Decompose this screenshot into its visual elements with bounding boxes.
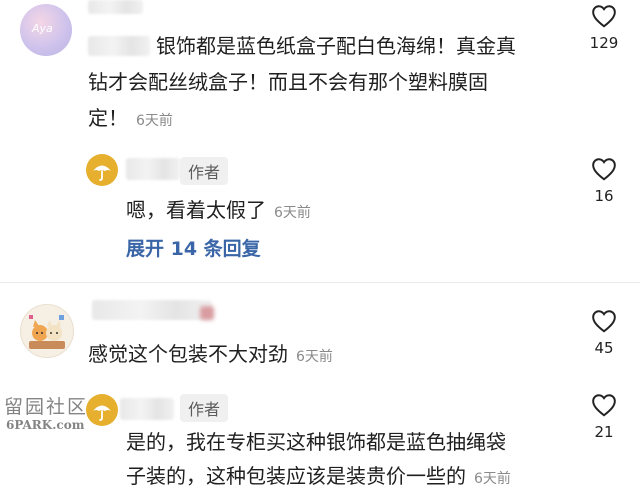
comment-text: 嗯，看着太假了 6天前 — [126, 198, 311, 222]
timestamp: 6天前 — [474, 471, 511, 487]
timestamp: 6天前 — [296, 349, 333, 365]
like-count: 129 — [589, 34, 619, 52]
heart-outline-icon — [592, 158, 616, 181]
umbrella-icon — [93, 165, 111, 181]
like-button[interactable]: 129 — [578, 4, 630, 52]
author-badge: 作者 — [180, 157, 229, 185]
user-avatar[interactable] — [20, 304, 74, 358]
comment-text: 银饰都是蓝色纸盒子配白色海绵！真金真 — [156, 34, 516, 58]
heart-outline-icon — [592, 310, 616, 333]
username-redacted[interactable] — [88, 36, 150, 56]
umbrella-icon — [93, 405, 111, 421]
username-redacted[interactable] — [120, 398, 174, 420]
like-count: 16 — [594, 187, 614, 205]
avatar-signature: Aya — [32, 22, 53, 35]
comment-text: 子装的，这种包装应该是装贵价一些的 6天前 — [126, 464, 511, 488]
username-redacted[interactable] — [92, 300, 212, 320]
like-button[interactable]: 21 — [578, 393, 630, 441]
comment-text: 定！ 6天前 — [88, 106, 173, 130]
heart-outline-icon — [592, 394, 616, 417]
comment-text: 钻才会配丝绒盒子！而且不会有那个塑料膜固 — [88, 70, 488, 94]
divider — [0, 282, 640, 283]
watermark-text: 6PARK.com — [6, 418, 85, 432]
comment-text: 是的，我在专柜买这种银饰都是蓝色抽绳袋 — [126, 430, 506, 454]
shiba-dog-icon — [29, 315, 65, 349]
like-count: 45 — [594, 339, 614, 357]
timestamp: 6天前 — [136, 113, 173, 129]
user-avatar[interactable]: Aya — [20, 4, 72, 56]
like-count: 21 — [594, 423, 614, 441]
watermark-logo: 留园社区 — [4, 396, 89, 418]
author-avatar[interactable] — [86, 154, 118, 186]
expand-replies-link[interactable]: 展开 14 条回复 — [126, 234, 261, 261]
like-button[interactable]: 16 — [578, 157, 630, 205]
heart-outline-icon — [592, 5, 616, 28]
username-redacted-accent — [200, 306, 214, 320]
like-button[interactable]: 45 — [578, 309, 630, 357]
author-badge: 作者 — [180, 394, 229, 422]
username-redacted[interactable] — [126, 158, 180, 180]
comment-text: 感觉这个包装不大对劲 6天前 — [88, 342, 333, 366]
timestamp: 6天前 — [274, 205, 311, 221]
username-redacted[interactable] — [88, 0, 143, 14]
author-avatar[interactable] — [86, 394, 118, 426]
